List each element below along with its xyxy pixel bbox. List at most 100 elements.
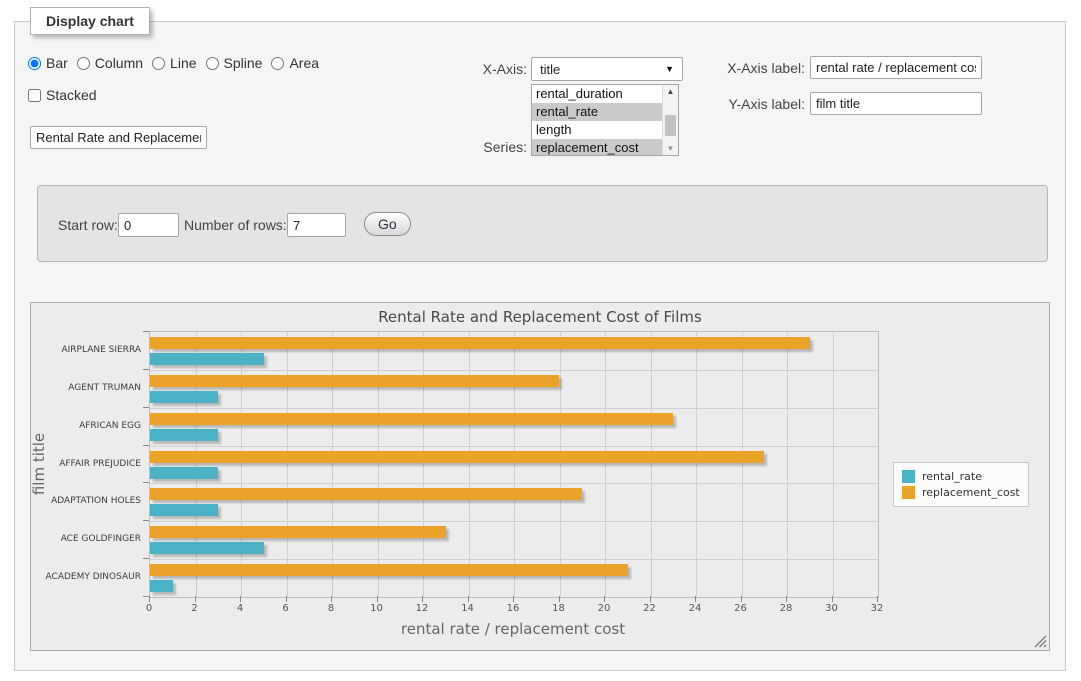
gridline-vertical	[742, 332, 743, 597]
x-tick-label: 2	[180, 603, 210, 614]
x-tick-mark	[331, 596, 332, 602]
x-tick-label: 24	[680, 603, 710, 614]
x-tick-label: 12	[407, 603, 437, 614]
start-row-input[interactable]	[118, 213, 179, 237]
gridline-vertical	[423, 332, 424, 597]
chart-type-area-radio[interactable]	[271, 57, 284, 70]
chart-title-input[interactable]	[30, 126, 207, 149]
gridline-vertical	[651, 332, 652, 597]
legend-swatch	[902, 470, 915, 483]
y-axis-label-caption: Y-Axis label:	[698, 96, 805, 112]
x-axis-label-input[interactable]	[810, 56, 982, 79]
x-tick-label: 8	[316, 603, 346, 614]
x-tick-mark	[604, 596, 605, 602]
bar-rental_rate	[150, 504, 218, 516]
chart-type-column[interactable]: Column	[77, 55, 143, 71]
x-tick-mark	[832, 596, 833, 602]
chart-type-bar[interactable]: Bar	[28, 55, 68, 71]
y-tick-mark	[143, 520, 149, 521]
chevron-down-icon: ▼	[665, 64, 674, 74]
gridline-horizontal	[150, 521, 878, 522]
chart-type-column-label: Column	[95, 55, 143, 71]
gridline-vertical	[514, 332, 515, 597]
x-tick-label: 30	[817, 603, 847, 614]
chart-type-area[interactable]: Area	[271, 55, 319, 71]
x-tick-mark	[149, 596, 150, 602]
chart-container: Rental Rate and Replacement Cost of Film…	[30, 302, 1050, 651]
chart-type-bar-label: Bar	[46, 55, 68, 71]
x-tick-label: 4	[225, 603, 255, 614]
gridline-vertical	[332, 332, 333, 597]
chart-type-spline-label: Spline	[224, 55, 263, 71]
y-tick-label: AFRICAN EGG	[31, 421, 141, 431]
x-tick-mark	[513, 596, 514, 602]
series-option-rental-duration[interactable]: rental_duration	[532, 85, 663, 103]
scrollbar-thumb[interactable]	[665, 115, 676, 136]
x-tick-label: 26	[726, 603, 756, 614]
gridline-horizontal	[150, 483, 878, 484]
chart-type-line-radio[interactable]	[152, 57, 165, 70]
scroll-up-icon[interactable]: ▲	[663, 85, 678, 98]
bar-rental_rate	[150, 353, 264, 365]
x-tick-mark	[695, 596, 696, 602]
gridline-vertical	[787, 332, 788, 597]
x-tick-mark	[468, 596, 469, 602]
x-tick-label: 22	[635, 603, 665, 614]
chart-type-line[interactable]: Line	[152, 55, 196, 71]
bar-replacement_cost	[150, 564, 628, 576]
y-tick-label: AFFAIR PREJUDICE	[31, 459, 141, 469]
bar-replacement_cost	[150, 337, 810, 349]
bar-rental_rate	[150, 429, 218, 441]
x-tick-label: 14	[453, 603, 483, 614]
resize-grip-icon[interactable]	[1034, 635, 1047, 648]
series-option-length[interactable]: length	[532, 121, 663, 139]
y-tick-label: ACADEMY DINOSAUR	[31, 572, 141, 582]
row-range-panel: Start row: Number of rows: Go	[37, 185, 1048, 262]
gridline-horizontal	[150, 559, 878, 560]
x-tick-mark	[741, 596, 742, 602]
legend-label: rental_rate	[922, 470, 982, 483]
chart-type-spline[interactable]: Spline	[206, 55, 263, 71]
x-axis-label: X-Axis:	[420, 61, 527, 77]
gridline-vertical	[196, 332, 197, 597]
x-tick-mark	[377, 596, 378, 602]
x-axis-label-caption: X-Axis label:	[698, 60, 805, 76]
y-axis-label-input[interactable]	[810, 92, 982, 115]
series-listbox[interactable]: rental_duration rental_rate length repla…	[531, 84, 679, 156]
x-axis-select[interactable]: title ▼	[531, 57, 683, 81]
go-button[interactable]: Go	[364, 212, 411, 236]
num-rows-input[interactable]	[287, 213, 346, 237]
start-row-label: Start row:	[58, 217, 118, 233]
x-tick-label: 28	[771, 603, 801, 614]
bar-replacement_cost	[150, 375, 559, 387]
num-rows-label: Number of rows:	[184, 217, 287, 233]
gridline-vertical	[560, 332, 561, 597]
legend-item: rental_rate	[902, 470, 1020, 483]
plot-area	[149, 331, 879, 598]
scroll-down-icon[interactable]: ▼	[663, 142, 678, 155]
x-tick-mark	[786, 596, 787, 602]
bar-replacement_cost	[150, 413, 673, 425]
gridline-vertical	[378, 332, 379, 597]
chart-type-spline-radio[interactable]	[206, 57, 219, 70]
stacked-checkbox[interactable]	[28, 89, 41, 102]
y-tick-mark	[143, 596, 149, 597]
series-option-replacement-cost[interactable]: replacement_cost	[532, 139, 663, 156]
listbox-scrollbar[interactable]: ▲ ▼	[662, 85, 678, 155]
chart-type-area-label: Area	[289, 55, 319, 71]
gridline-horizontal	[150, 408, 878, 409]
series-option-rental-rate[interactable]: rental_rate	[532, 103, 663, 121]
chart-type-column-radio[interactable]	[77, 57, 90, 70]
legend-item: replacement_cost	[902, 486, 1020, 499]
stacked-option[interactable]: Stacked	[28, 87, 97, 103]
x-tick-mark	[286, 596, 287, 602]
chart-type-bar-radio[interactable]	[28, 57, 41, 70]
legend-swatch	[902, 486, 915, 499]
gridline-vertical	[241, 332, 242, 597]
bar-replacement_cost	[150, 488, 582, 500]
y-tick-mark	[143, 331, 149, 332]
x-tick-label: 10	[362, 603, 392, 614]
gridline-vertical	[605, 332, 606, 597]
stacked-label: Stacked	[46, 87, 97, 103]
gridline-vertical	[833, 332, 834, 597]
